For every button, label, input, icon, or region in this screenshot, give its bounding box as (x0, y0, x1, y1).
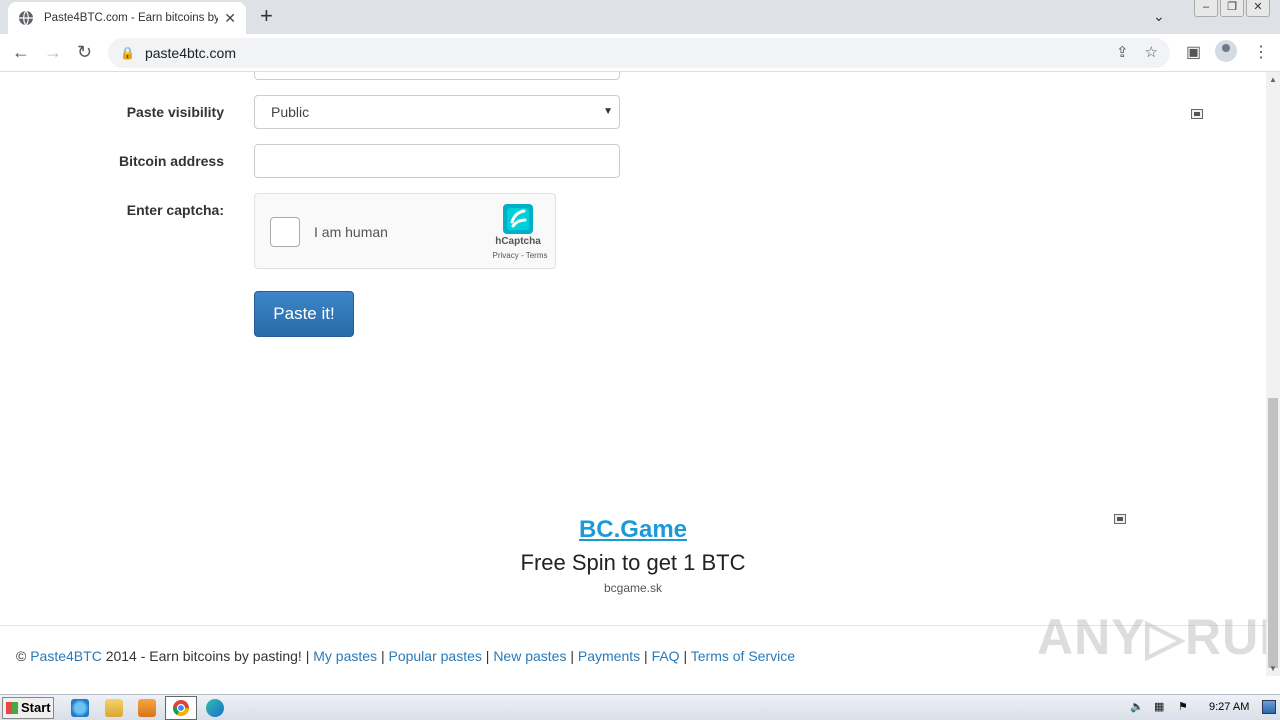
windows-logo-icon (6, 702, 18, 714)
hcaptcha-privacy-terms[interactable]: Privacy - Terms (480, 251, 560, 260)
footer-separator: | (485, 648, 490, 664)
captcha-label: Enter captcha: (126, 202, 224, 218)
globe-icon (19, 10, 33, 26)
footer-link-new-pastes[interactable]: New pastes (493, 648, 566, 664)
tab-strip: Paste4BTC.com - Earn bitcoins by pa ✕ + … (0, 0, 1280, 34)
ad-domain: bcgame.sk (603, 581, 663, 595)
window-controls: – ❐ ✕ (1194, 0, 1270, 17)
ad-text: Free Spin to get 1 BTC (520, 550, 746, 575)
chrome-icon (172, 700, 190, 717)
scrollbar-thumb[interactable] (1268, 398, 1278, 668)
paste-visibility-value: Public (271, 104, 310, 120)
edge-icon[interactable] (206, 699, 224, 717)
browser-toolbar: ← → ↻ 🔒 paste4btc.com ⇪ ☆ ▣ ⋮ (0, 34, 1280, 72)
ad-title-link[interactable]: BC.Game (0, 516, 1266, 544)
footer-link-payments[interactable]: Payments (578, 648, 640, 664)
footer-link-popular-pastes[interactable]: Popular pastes (388, 648, 481, 664)
scroll-up-icon[interactable]: ▲ (1269, 75, 1277, 84)
page-scrollbar[interactable]: ▲ ▼ (1266, 72, 1280, 676)
start-label: Start (21, 700, 51, 715)
tab-paste4btc[interactable]: Paste4BTC.com - Earn bitcoins by pa ✕ (8, 2, 246, 34)
network-icon[interactable]: ▦ (1154, 700, 1164, 713)
footer-tagline: 2014 - Earn bitcoins by pasting! | (105, 648, 310, 664)
restore-icon[interactable]: ❐ (1220, 0, 1244, 17)
menu-kebab-icon[interactable]: ⋮ (1253, 42, 1269, 62)
bitcoin-address-label: Bitcoin address (118, 153, 224, 169)
url-text: paste4btc.com (144, 45, 237, 61)
forward-arrow-icon[interactable]: → (44, 42, 62, 62)
reload-icon[interactable]: ↻ (77, 42, 92, 62)
paste-visibility-select[interactable]: Public ▼ (254, 95, 620, 129)
ad-choices-icon[interactable] (1191, 109, 1203, 119)
media-player-icon[interactable] (138, 699, 156, 717)
captcha-checkbox[interactable] (270, 217, 300, 247)
lock-icon: 🔒 (120, 46, 135, 60)
internet-explorer-icon[interactable] (71, 699, 89, 717)
paste-submit-button[interactable]: Paste it! (254, 291, 354, 337)
footer-link-faq[interactable]: FAQ (652, 648, 680, 664)
tab-search-chevron-icon[interactable]: ⌄ (1153, 8, 1165, 25)
footer-separator: | (570, 648, 574, 664)
start-button[interactable]: Start (2, 697, 54, 719)
footer-separator: | (380, 648, 385, 664)
footer-separator: | (683, 648, 688, 664)
profile-avatar-icon[interactable] (1215, 40, 1237, 62)
action-center-flag-icon[interactable]: ⚑ (1178, 700, 1188, 713)
show-desktop-icon[interactable] (1262, 700, 1276, 714)
scroll-down-icon[interactable]: ▼ (1269, 664, 1277, 673)
volume-icon[interactable]: 🔈 (1130, 700, 1144, 713)
hcaptcha-widget: I am human hCaptcha Privacy - Terms (254, 193, 556, 269)
footer-separator: | (644, 648, 648, 664)
bookmark-star-icon[interactable]: ☆ (1145, 43, 1158, 61)
taskbar-clock[interactable]: 9:27 AM (1209, 701, 1249, 713)
new-tab-button[interactable]: + (260, 4, 273, 28)
tab-close-icon[interactable]: ✕ (224, 10, 236, 27)
footer-link-my-pastes[interactable]: My pastes (313, 648, 377, 664)
back-arrow-icon[interactable]: ← (12, 42, 30, 62)
file-explorer-icon[interactable] (105, 699, 123, 717)
chevron-down-icon: ▼ (603, 106, 613, 117)
captcha-checkbox-label: I am human (314, 224, 388, 240)
page-footer: © Paste4BTC 2014 - Earn bitcoins by past… (16, 648, 795, 664)
page-viewport: Paste visibility Public ▼ Bitcoin addres… (0, 72, 1266, 676)
paste-title-input[interactable] (254, 72, 620, 80)
footer-site-link[interactable]: Paste4BTC (30, 648, 102, 664)
side-panel-icon[interactable]: ▣ (1186, 42, 1201, 62)
anyrun-watermark: ANY▷RUN (1037, 609, 1266, 665)
bitcoin-address-input[interactable] (254, 144, 620, 178)
hcaptcha-logo-icon (503, 204, 533, 234)
tab-title: Paste4BTC.com - Earn bitcoins by pa (44, 12, 219, 24)
hcaptcha-brand: hCaptcha (495, 236, 541, 247)
share-icon[interactable]: ⇪ (1116, 43, 1129, 61)
windows-taskbar: Start 🔈 ▦ ⚑ 9:27 AM (0, 694, 1280, 720)
window-close-icon[interactable]: ✕ (1246, 0, 1270, 17)
omnibox-actions: ⇪ ☆ (1116, 43, 1158, 61)
footer-link-terms[interactable]: Terms of Service (691, 648, 795, 664)
paste-visibility-label: Paste visibility (126, 104, 224, 120)
chrome-taskbar-button[interactable] (165, 696, 197, 720)
copyright-symbol: © (16, 648, 27, 664)
minimize-icon[interactable]: – (1194, 0, 1218, 17)
address-bar[interactable]: 🔒 paste4btc.com ⇪ ☆ (108, 38, 1170, 68)
system-tray: 🔈 ▦ ⚑ (1120, 697, 1280, 719)
